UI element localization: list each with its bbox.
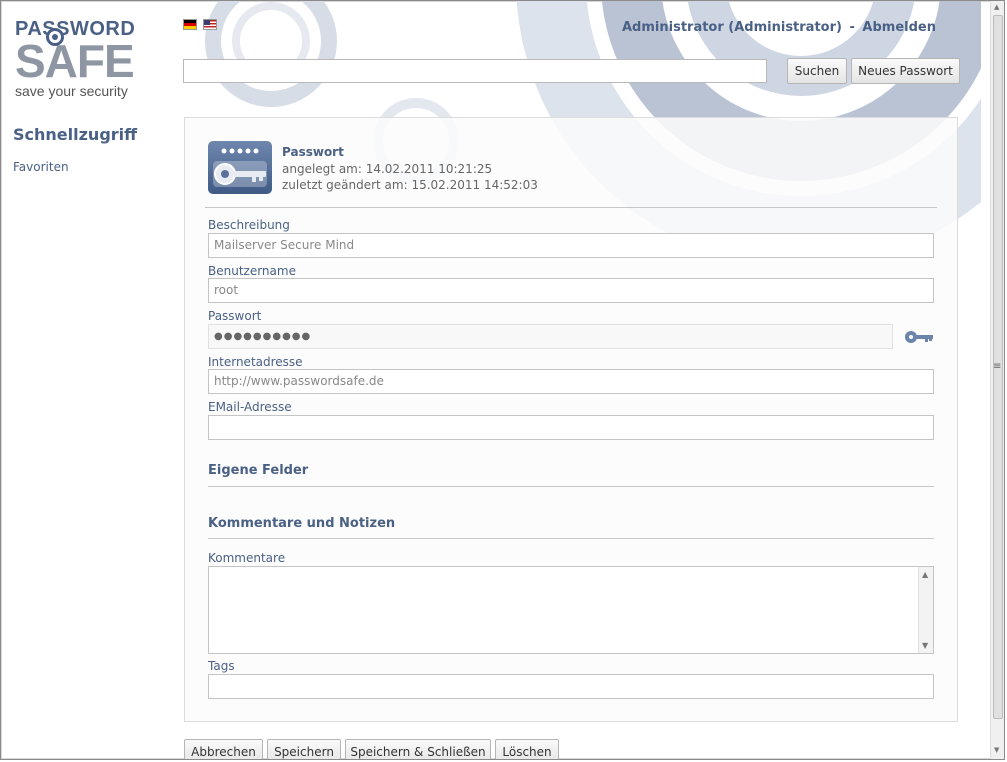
show-password-key-icon[interactable] [904, 330, 934, 344]
tags-field[interactable] [208, 674, 934, 699]
search-button[interactable]: Suchen [787, 58, 847, 84]
entry-modified: zuletzt geändert am: 15.02.2011 14:52:03 [282, 178, 538, 192]
entry-created: angelegt am: 14.02.2011 10:21:25 [282, 162, 493, 176]
email-field[interactable] [208, 415, 934, 440]
comments-textarea[interactable]: ▲ ▼ [208, 566, 934, 654]
language-switcher [183, 19, 217, 30]
url-field[interactable]: http://www.passwordsafe.de [208, 369, 934, 394]
new-password-button[interactable]: Neues Passwort [851, 58, 960, 84]
description-label: Beschreibung [208, 218, 290, 232]
window-scroll-up-icon[interactable]: ▲ [994, 3, 999, 11]
sidebar-item-favoriten[interactable]: Favoriten [13, 160, 69, 174]
logout-link[interactable]: Abmelden [862, 20, 936, 35]
app-window: PASSWORD SAFE save your security Schnell… [0, 0, 1005, 760]
window-scroll-down-icon[interactable]: ▼ [994, 746, 999, 754]
save-button[interactable]: Speichern [267, 739, 341, 759]
comments-divider [208, 538, 934, 539]
password-safe-logo: PASSWORD SAFE save your security [15, 18, 135, 100]
flag-us-icon[interactable] [203, 19, 217, 30]
save-close-button[interactable]: Speichern & Schließen [345, 739, 491, 759]
custom-fields-divider [208, 486, 934, 487]
header-divider [205, 207, 937, 208]
comments-label: Kommentare [208, 551, 286, 565]
delete-button[interactable]: Löschen [495, 739, 559, 759]
username-label: Benutzername [208, 264, 296, 278]
password-label: Passwort [208, 309, 262, 323]
scroll-up-icon[interactable]: ▲ [922, 570, 928, 579]
user-bar-separator: - [849, 20, 855, 35]
scroll-down-icon[interactable]: ▼ [922, 641, 928, 650]
search-input[interactable] [183, 59, 767, 83]
sidebar-title: Schnellzugriff [13, 125, 138, 144]
password-field[interactable]: ●●●●●●●●●● [208, 324, 893, 349]
comments-scrollbar[interactable]: ▲ ▼ [918, 567, 933, 653]
tags-label: Tags [208, 659, 235, 673]
description-field[interactable]: Mailserver Secure Mind [208, 233, 934, 258]
current-user: Administrator (Administrator) [622, 20, 842, 35]
logo-ring-icon [46, 28, 64, 46]
username-field[interactable]: root [208, 278, 934, 303]
key-icon [208, 141, 272, 194]
user-bar: Administrator (Administrator) - Abmelden [622, 20, 936, 35]
logo-wordmark-bottom: SAFE [15, 35, 135, 87]
email-label: EMail-Adresse [208, 400, 292, 414]
url-label: Internetadresse [208, 355, 303, 369]
window-scrollbar[interactable]: ▲ ≡ ▼ [990, 1, 1004, 759]
comments-heading: Kommentare und Notizen [208, 516, 396, 531]
custom-fields-heading: Eigene Felder [208, 463, 309, 478]
entry-title: Passwort [282, 145, 344, 159]
flag-de-icon[interactable] [183, 19, 197, 30]
scroll-grip-icon: ≡ [993, 361, 1002, 372]
cancel-button[interactable]: Abbrechen [184, 739, 263, 759]
